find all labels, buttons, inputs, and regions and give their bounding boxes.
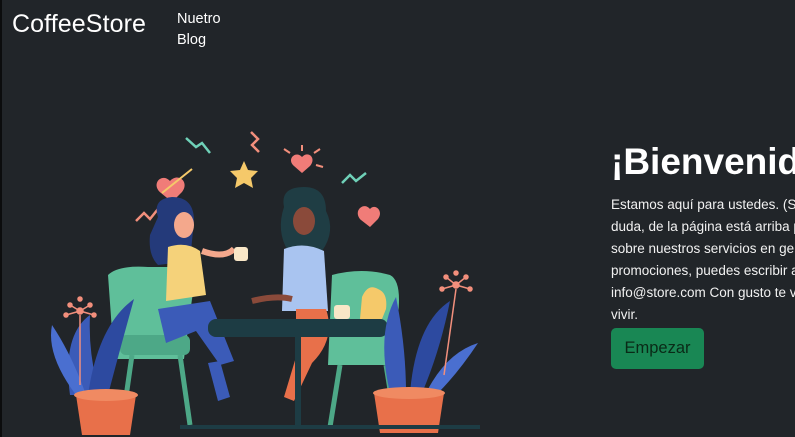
squiggle-icon bbox=[341, 172, 367, 184]
coffee-cup bbox=[334, 305, 350, 319]
heart-icon bbox=[357, 206, 380, 227]
squiggle-icon bbox=[185, 137, 211, 154]
brand-logo[interactable]: CoffeeStore bbox=[12, 10, 146, 39]
squiggle-icon bbox=[250, 131, 260, 153]
hero-text: ¡Bienvenidos! Estamos aquí para ustedes.… bbox=[611, 140, 795, 326]
coffee-cup bbox=[234, 247, 248, 261]
heart-icon bbox=[291, 154, 313, 173]
table bbox=[208, 319, 388, 337]
hero-description: Estamos aquí para ustedes. (Si tienes al… bbox=[611, 197, 795, 322]
hero-title: ¡Bienvenidos! bbox=[611, 141, 795, 182]
window-edge bbox=[0, 0, 2, 437]
start-button[interactable]: Empezar bbox=[611, 328, 704, 369]
star-icon bbox=[230, 161, 258, 188]
navbar: CoffeeStore Nuetro Blog bbox=[0, 0, 795, 56]
hero-illustration bbox=[51, 131, 480, 435]
shirt bbox=[166, 244, 206, 301]
nav-link-blog[interactable]: Nuetro Blog bbox=[177, 9, 237, 51]
squiggle-icon bbox=[135, 208, 159, 222]
